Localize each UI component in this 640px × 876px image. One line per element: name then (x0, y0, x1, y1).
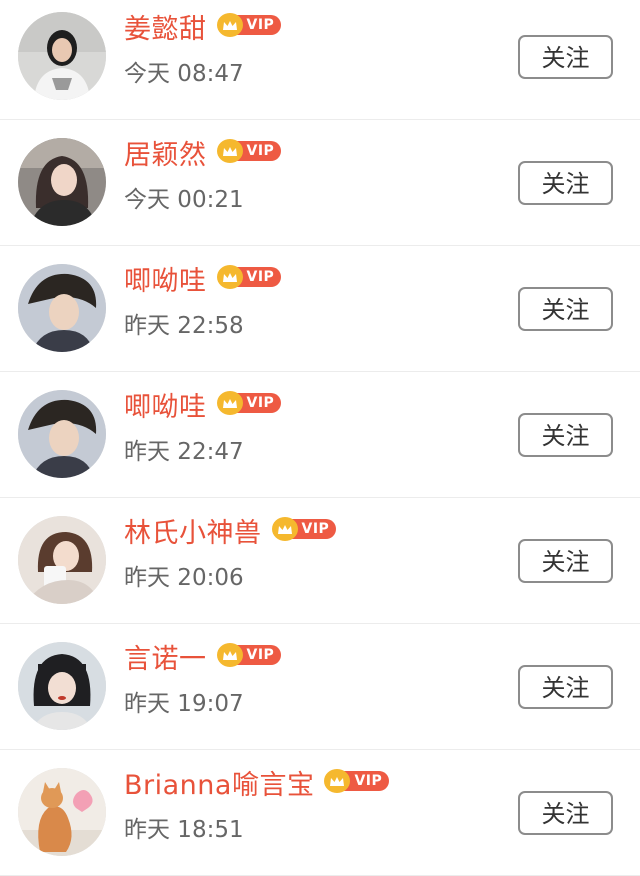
avatar[interactable] (18, 516, 106, 604)
avatar[interactable] (18, 642, 106, 730)
name-line: 言诺一 VIP (124, 642, 282, 678)
crown-icon (216, 13, 243, 37)
user-name[interactable]: 言诺一 (124, 642, 207, 678)
name-line: Brianna喻言宝 VIP (124, 768, 390, 804)
timestamp: 昨天 20:06 (124, 565, 244, 591)
user-avatar-icon (18, 264, 106, 352)
timestamp: 昨天 22:58 (124, 313, 244, 339)
user-row[interactable]: Brianna喻言宝 VIP 昨天 18:51 关注 (0, 750, 640, 876)
vip-badge: VIP (216, 13, 282, 37)
follow-button[interactable]: 关注 (518, 665, 613, 709)
user-row[interactable]: 言诺一 VIP 昨天 19:07 关注 (0, 624, 640, 750)
name-line: 林氏小神兽 VIP (124, 516, 337, 552)
avatar[interactable] (18, 264, 106, 352)
vip-badge: VIP (324, 769, 390, 793)
vip-badge: VIP (216, 643, 282, 667)
user-row[interactable]: 唧呦哇 VIP 昨天 22:47 关注 (0, 372, 640, 498)
timestamp: 昨天 19:07 (124, 691, 244, 717)
user-avatar-icon (18, 390, 106, 478)
vip-label: VIP (291, 519, 337, 539)
user-name[interactable]: 唧呦哇 (124, 390, 207, 426)
user-name[interactable]: 姜懿甜 (124, 12, 207, 48)
vip-label: VIP (344, 771, 390, 791)
avatar[interactable] (18, 768, 106, 856)
name-line: 唧呦哇 VIP (124, 264, 282, 300)
vip-badge: VIP (271, 517, 337, 541)
vip-label: VIP (236, 645, 282, 665)
user-avatar-icon (18, 138, 106, 226)
user-row[interactable]: 居颖然 VIP 今天 00:21 关注 (0, 120, 640, 246)
name-line: 唧呦哇 VIP (124, 390, 282, 426)
timestamp: 昨天 18:51 (124, 817, 244, 843)
user-name[interactable]: Brianna喻言宝 (124, 768, 314, 804)
avatar[interactable] (18, 390, 106, 478)
vip-badge: VIP (216, 139, 282, 163)
vip-badge: VIP (216, 265, 282, 289)
follow-button[interactable]: 关注 (518, 35, 613, 79)
user-avatar-icon (18, 642, 106, 730)
follow-button[interactable]: 关注 (518, 161, 613, 205)
vip-badge: VIP (216, 391, 282, 415)
follow-button[interactable]: 关注 (518, 539, 613, 583)
follow-button[interactable]: 关注 (518, 413, 613, 457)
user-name[interactable]: 林氏小神兽 (124, 516, 262, 552)
user-avatar-icon (18, 516, 106, 604)
avatar[interactable] (18, 138, 106, 226)
crown-icon (216, 643, 243, 667)
timestamp: 昨天 22:47 (124, 439, 244, 465)
vip-label: VIP (236, 15, 282, 35)
crown-icon (216, 265, 243, 289)
user-list: 姜懿甜 VIP 今天 08:47 关注 居颖然 VIP 今天 00:21 关注 … (0, 0, 640, 876)
follow-button[interactable]: 关注 (518, 791, 613, 835)
user-name[interactable]: 唧呦哇 (124, 264, 207, 300)
vip-label: VIP (236, 267, 282, 287)
crown-icon (216, 139, 243, 163)
vip-label: VIP (236, 141, 282, 161)
name-line: 居颖然 VIP (124, 138, 282, 174)
user-avatar-icon (18, 12, 106, 100)
cat-avatar-icon (18, 768, 106, 856)
follow-button[interactable]: 关注 (518, 287, 613, 331)
crown-icon (271, 517, 298, 541)
user-name[interactable]: 居颖然 (124, 138, 207, 174)
user-row[interactable]: 唧呦哇 VIP 昨天 22:58 关注 (0, 246, 640, 372)
timestamp: 今天 08:47 (124, 61, 244, 87)
name-line: 姜懿甜 VIP (124, 12, 282, 48)
user-row[interactable]: 姜懿甜 VIP 今天 08:47 关注 (0, 0, 640, 120)
crown-icon (216, 391, 243, 415)
timestamp: 今天 00:21 (124, 187, 244, 213)
vip-label: VIP (236, 393, 282, 413)
avatar[interactable] (18, 12, 106, 100)
user-row[interactable]: 林氏小神兽 VIP 昨天 20:06 关注 (0, 498, 640, 624)
